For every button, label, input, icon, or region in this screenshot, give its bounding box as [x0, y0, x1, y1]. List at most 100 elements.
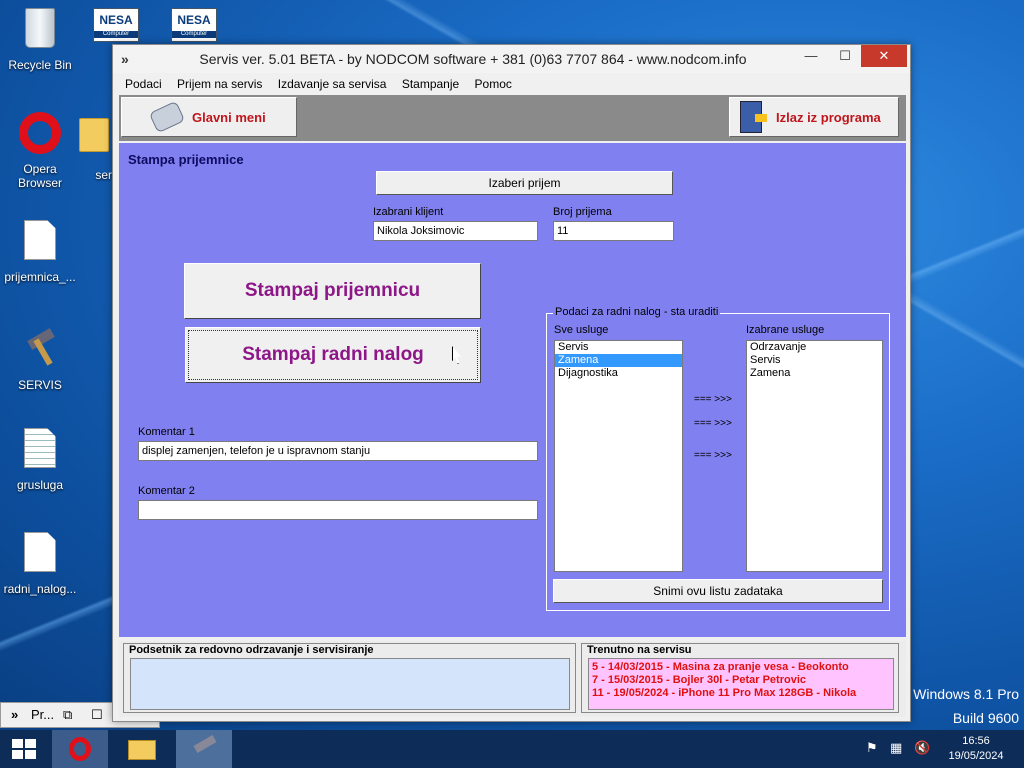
reminder-list[interactable] — [130, 658, 570, 710]
comment2-field[interactable] — [138, 500, 538, 520]
taskbar-servis[interactable] — [176, 730, 232, 768]
receipt-print-panel: Stampa prijemnice Izaberi prijem Izabran… — [119, 143, 906, 637]
clock-date: 19/05/2024 — [948, 750, 1004, 762]
nesa-logo-text: NESA — [99, 13, 133, 27]
servis-app-window: » Servis ver. 5.01 BETA - by NODCOM soft… — [112, 44, 911, 722]
flag-icon[interactable]: ⚑ — [866, 740, 878, 756]
list-item-selected[interactable]: Zamena — [555, 354, 682, 367]
menu-podaci[interactable]: Podaci — [119, 73, 168, 91]
exit-program-button[interactable]: Izlaz iz programa — [729, 97, 899, 137]
minimize-button[interactable]: — — [797, 45, 825, 67]
select-receipt-button[interactable]: Izaberi prijem — [376, 171, 673, 195]
app-icon: » — [11, 707, 19, 722]
minimized-window-label: Pr... — [31, 707, 55, 722]
taskbar: ⚑ ▦ 🔇 16:56 19/05/2024 — [0, 730, 1024, 768]
add-service-arrow[interactable]: === >>> — [694, 394, 732, 405]
desktop-icon-label: radni_nalog... — [3, 582, 77, 596]
toolbar: Glavni meni Izlaz iz programa — [119, 95, 906, 141]
windows-watermark-build: Build 9600 — [952, 710, 1019, 726]
start-button[interactable] — [0, 730, 48, 768]
chosen-services-list[interactable]: Odrzavanje Servis Zamena — [746, 340, 883, 572]
reminder-title: Podsetnik za redovno odrzavanje i servis… — [129, 644, 374, 656]
receipt-number-field[interactable]: 11 — [553, 221, 674, 241]
receipt-number-label: Broj prijema — [553, 206, 612, 218]
nesa-logo-sub: Computer — [94, 31, 138, 38]
list-item[interactable]: Zamena — [747, 367, 882, 380]
workorder-groupbox: Podaci za radni nalog - sta uraditi Sve … — [546, 306, 890, 611]
close-button[interactable]: ✕ — [861, 45, 907, 67]
maximize-icon[interactable]: ☐ — [91, 707, 103, 723]
clock[interactable]: 16:56 19/05/2024 — [944, 734, 1008, 764]
folder-icon — [79, 118, 109, 152]
list-item[interactable]: Dijagnostika — [555, 367, 682, 380]
desktop-icon-label: SERVIS — [18, 378, 62, 392]
current-service-title: Trenutno na servisu — [587, 644, 692, 656]
desktop-icon-recycle-bin[interactable]: Recycle Bin — [0, 8, 80, 72]
network-icon[interactable]: ▦ — [890, 740, 902, 756]
opera-icon — [19, 112, 61, 154]
desktop-icon-label: Recycle Bin — [8, 58, 72, 72]
list-item[interactable]: 11 - 19/05/2024 - iPhone 11 Pro Max 128G… — [592, 687, 890, 700]
current-service-list[interactable]: 5 - 14/03/2015 - Masina za pranje vesa -… — [588, 658, 894, 710]
exit-program-label: Izlaz iz programa — [776, 110, 881, 125]
taskbar-opera[interactable] — [52, 730, 108, 768]
hand-pointer-icon — [148, 100, 186, 134]
nesa-computer-icon: NESA Computer — [171, 8, 217, 42]
nesa-logo-text: NESA — [177, 13, 211, 27]
print-receipt-button[interactable]: Stampaj prijemnicu — [184, 263, 481, 319]
bottom-panel: Podsetnik za redovno odrzavanje i servis… — [119, 641, 906, 717]
list-item[interactable]: Servis — [747, 354, 882, 367]
comment1-label: Komentar 1 — [138, 426, 195, 438]
hammer-icon — [20, 328, 60, 368]
list-item[interactable]: 5 - 14/03/2015 - Masina za pranje vesa -… — [592, 661, 890, 674]
add-service-arrow[interactable]: === >>> — [694, 450, 732, 461]
desktop-icon-radni-nalog[interactable]: radni_nalog... — [0, 532, 80, 596]
opera-icon — [69, 737, 91, 761]
desktop-icon-label: prijemnica_... — [4, 270, 76, 284]
document-icon — [24, 220, 56, 260]
hammer-icon — [193, 735, 217, 753]
desktop-icon-label: ser — [95, 168, 112, 182]
main-menu-button[interactable]: Glavni meni — [121, 97, 297, 137]
desktop-icon-ser[interactable]: ser — [76, 112, 112, 182]
exit-door-icon — [740, 101, 767, 133]
taskbar-file-explorer[interactable] — [114, 730, 170, 768]
client-label: Izabrani klijent — [373, 206, 444, 218]
desktop-icon-prijemnica[interactable]: prijemnica_... — [0, 220, 80, 284]
list-item[interactable]: Servis — [555, 341, 682, 354]
comment2-label: Komentar 2 — [138, 485, 195, 497]
desktop-icon-servis[interactable]: SERVIS — [0, 328, 80, 392]
windows-watermark-edition: Windows 8.1 Pro — [913, 686, 1019, 702]
desktop-icon-label: grusluga — [16, 478, 64, 492]
comment1-field[interactable]: displej zamenjen, telefon je u ispravnom… — [138, 441, 538, 461]
desktop-icon-grusluga[interactable]: grusluga — [0, 428, 80, 492]
section-title: Stampa prijemnice — [128, 152, 244, 167]
desktop-icon-label: Opera Browser — [17, 162, 62, 190]
title-bar[interactable]: » Servis ver. 5.01 BETA - by NODCOM soft… — [113, 45, 910, 73]
desktop-icon-opera[interactable]: Opera Browser — [0, 112, 80, 190]
add-service-arrow[interactable]: === >>> — [694, 418, 732, 429]
menu-prijem-na-servis[interactable]: Prijem na servis — [171, 73, 268, 91]
volume-muted-icon[interactable]: 🔇 — [914, 740, 930, 756]
nesa-logo-sub: Computer — [172, 31, 216, 38]
restore-icon[interactable]: ⧉ — [63, 707, 72, 723]
text-document-icon — [24, 428, 56, 468]
list-item[interactable]: Odrzavanje — [747, 341, 882, 354]
all-services-list[interactable]: Servis Zamena Dijagnostika — [554, 340, 683, 572]
main-menu-label: Glavni meni — [192, 110, 266, 125]
menu-pomoc[interactable]: Pomoc — [469, 73, 518, 91]
folder-icon — [128, 740, 156, 760]
document-icon — [24, 532, 56, 572]
print-workorder-button[interactable]: Stampaj radni nalog — [185, 327, 481, 383]
window-title: Servis ver. 5.01 BETA - by NODCOM softwa… — [199, 51, 747, 67]
nesa-computer-icon: NESA Computer — [93, 8, 139, 42]
menu-stampanje[interactable]: Stampanje — [396, 73, 465, 91]
save-task-list-button[interactable]: Snimi ovu listu zadataka — [553, 579, 883, 603]
maintenance-reminder-panel: Podsetnik za redovno odrzavanje i servis… — [123, 643, 576, 713]
currently-in-service-panel: Trenutno na servisu 5 - 14/03/2015 - Mas… — [581, 643, 899, 713]
maximize-button[interactable]: ☐ — [831, 45, 859, 67]
client-field[interactable]: Nikola Joksimovic — [373, 221, 538, 241]
windows-logo-icon — [12, 739, 36, 759]
list-item[interactable]: 7 - 15/03/2015 - Bojler 30l - Petar Petr… — [592, 674, 890, 687]
menu-izdavanje-sa-servisa[interactable]: Izdavanje sa servisa — [272, 73, 393, 91]
